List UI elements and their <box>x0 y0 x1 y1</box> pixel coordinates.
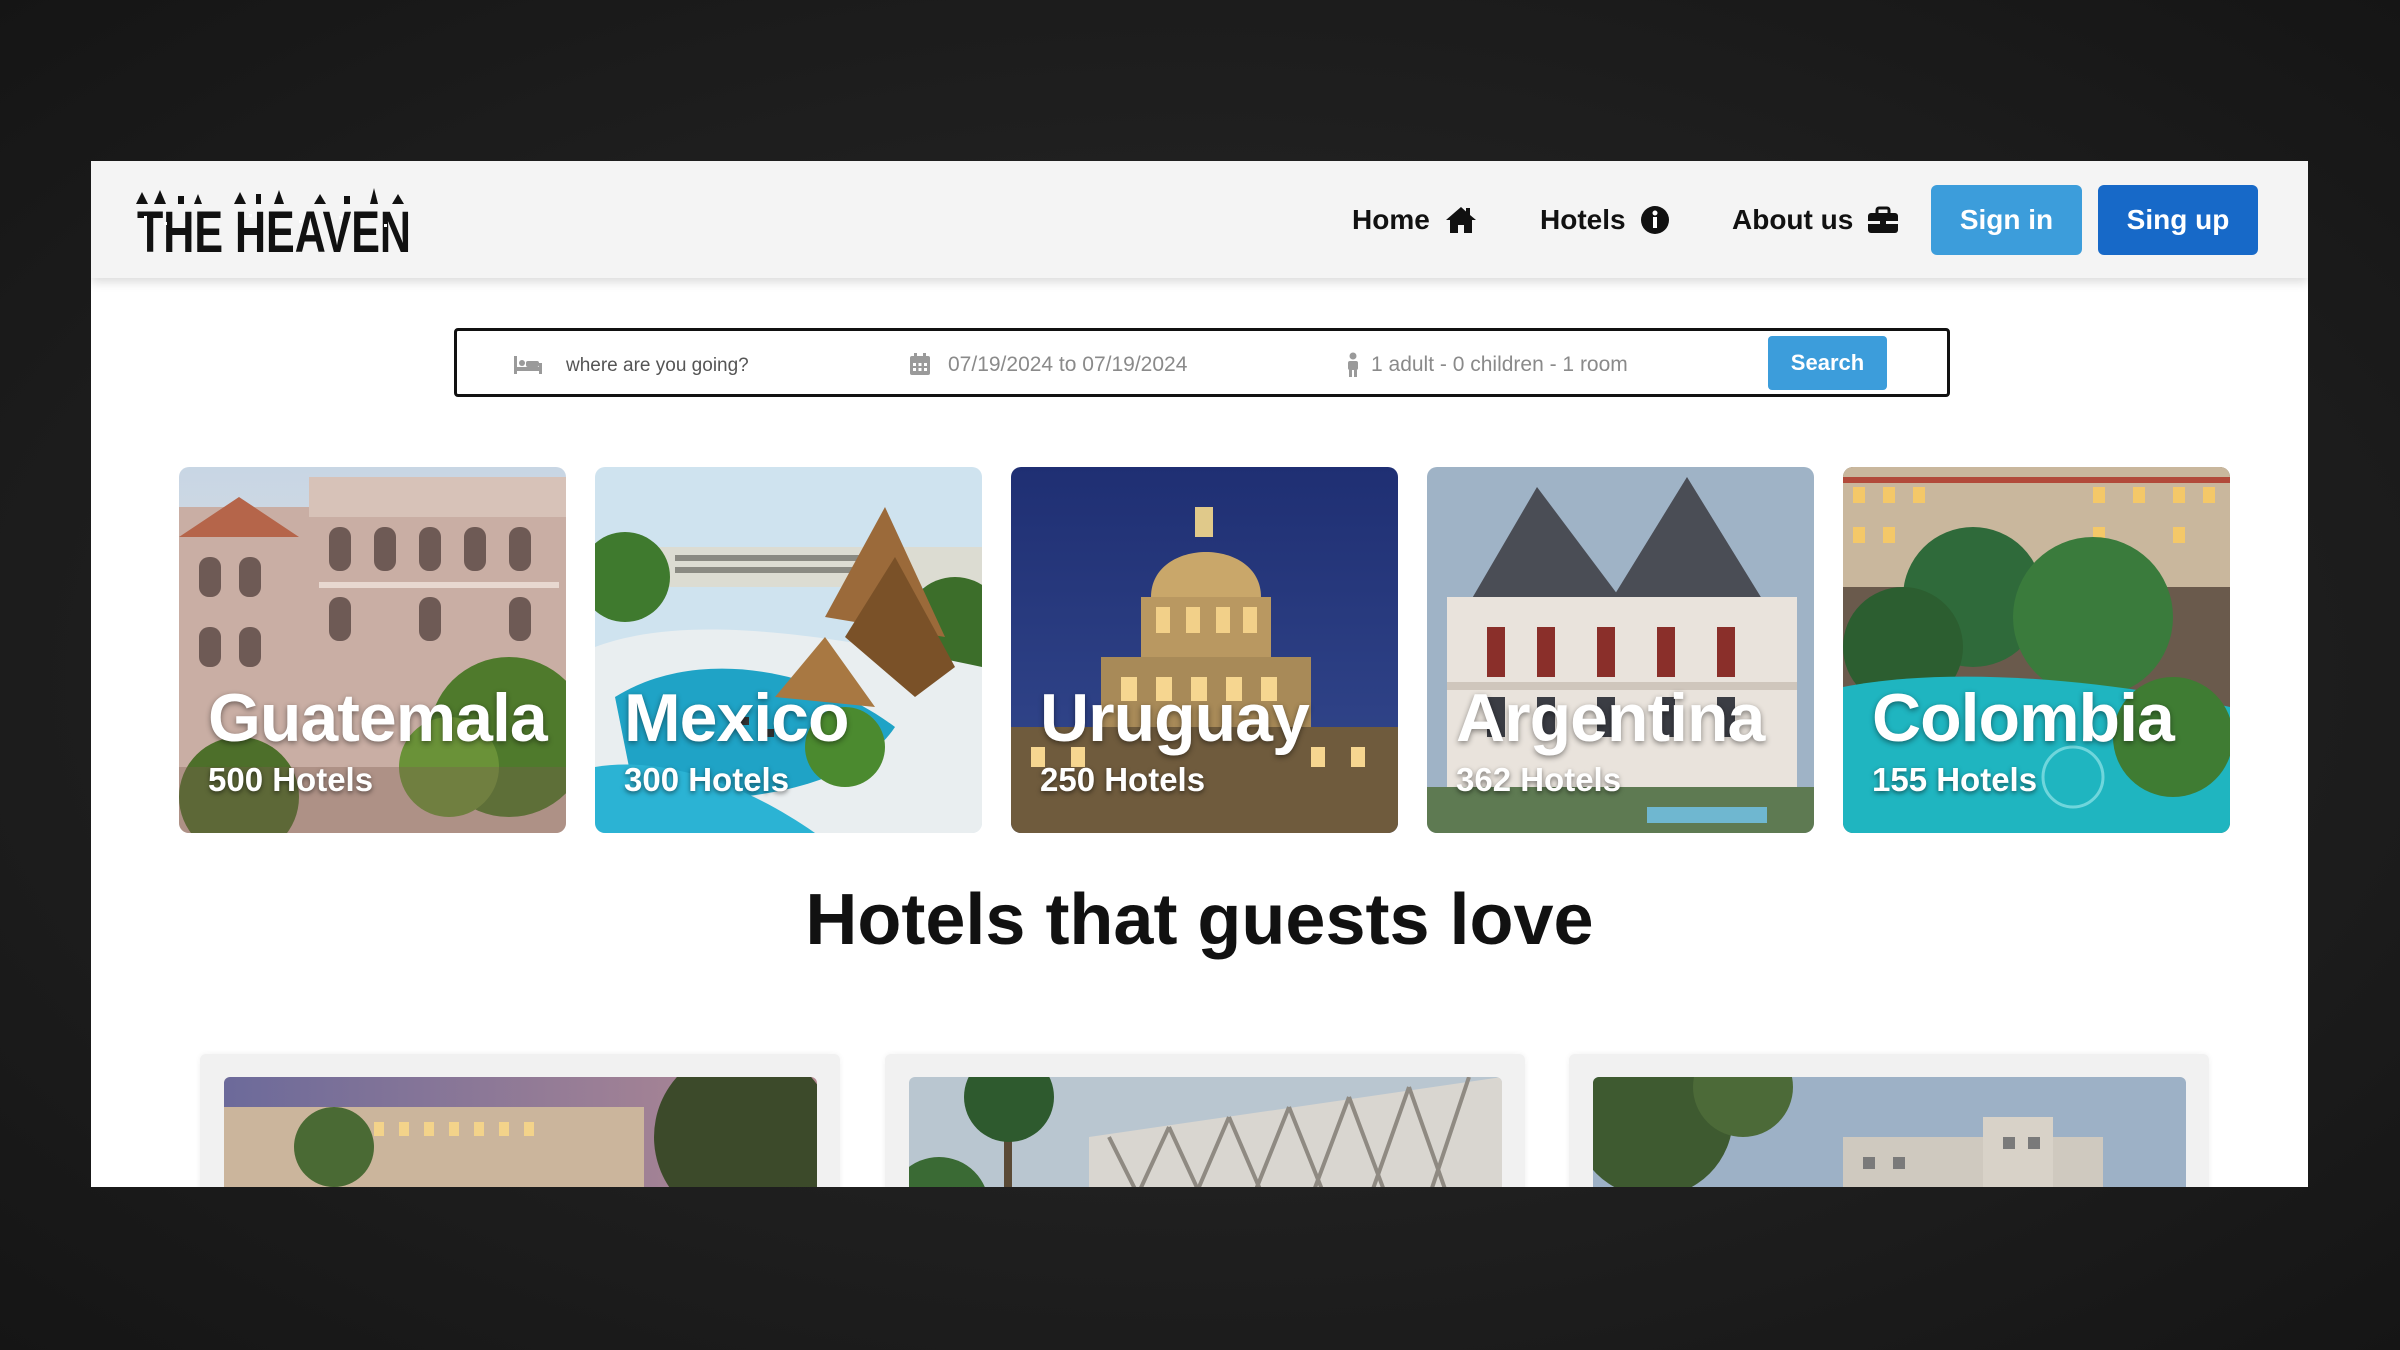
destination-name: Argentina <box>1456 680 1765 756</box>
search-button[interactable]: Search <box>1768 336 1887 390</box>
hotel-card[interactable] <box>200 1054 840 1187</box>
sign-in-button[interactable]: Sign in <box>1931 185 2082 255</box>
destination-card-argentina[interactable]: Argentina 362 Hotels <box>1427 467 1814 833</box>
logo-text: THE HEAVEN <box>137 200 411 258</box>
destination-hotel-count: 362 Hotels <box>1456 761 1622 798</box>
destination-hotel-count: 155 Hotels <box>1872 761 2038 798</box>
destination-name: Mexico <box>624 680 850 756</box>
destination-name: Uruguay <box>1040 680 1310 756</box>
destination-card-guatemala[interactable]: Guatemala 500 Hotels <box>179 467 566 833</box>
nav-hotels-label: Hotels <box>1540 204 1626 235</box>
browser-page: THE HEAVEN Home Hotels About us Sign in … <box>91 161 2308 1187</box>
sign-up-button[interactable]: Sing up <box>2098 185 2258 255</box>
guests-input[interactable]: 1 adult - 0 children - 1 room <box>1371 353 1628 377</box>
hotel-image <box>909 1077 1502 1187</box>
date-range-input[interactable]: 07/19/2024 to 07/19/2024 <box>948 353 1187 377</box>
destination-hotel-count: 300 Hotels <box>624 761 790 798</box>
section-title: Hotels that guests love <box>805 880 1594 960</box>
home-icon <box>1444 205 1478 235</box>
destination-name: Guatemala <box>208 680 548 756</box>
destination-card-colombia[interactable]: Colombia 155 Hotels <box>1843 467 2230 833</box>
hotel-image <box>1593 1077 2186 1187</box>
nav-about-link[interactable]: About us <box>1732 197 1899 243</box>
calendar-icon <box>909 352 931 376</box>
destination-hotel-count: 250 Hotels <box>1040 761 1206 798</box>
destination-hotel-count: 500 Hotels <box>208 761 374 798</box>
brand-logo[interactable]: THE HEAVEN <box>134 186 414 258</box>
briefcase-icon <box>1867 206 1899 234</box>
navbar: THE HEAVEN Home Hotels About us Sign in … <box>91 161 2308 278</box>
nav-about-label: About us <box>1732 204 1854 235</box>
destination-input[interactable]: where are you going? <box>566 355 749 377</box>
destination-name: Colombia <box>1872 680 2175 756</box>
destination-card-uruguay[interactable]: Uruguay 250 Hotels <box>1011 467 1398 833</box>
person-icon <box>1345 352 1361 378</box>
hotel-image <box>224 1077 817 1187</box>
nav-home-label: Home <box>1352 204 1430 235</box>
hotel-card[interactable] <box>1569 1054 2209 1187</box>
hotel-card[interactable] <box>885 1054 1525 1187</box>
nav-home-link[interactable]: Home <box>1352 197 1478 243</box>
search-bar: where are you going? 07/19/2024 to 07/19… <box>454 328 1950 397</box>
info-circle-icon <box>1640 205 1670 235</box>
bed-icon <box>513 355 543 375</box>
nav-hotels-link[interactable]: Hotels <box>1540 197 1670 243</box>
destination-card-mexico[interactable]: Mexico 300 Hotels <box>595 467 982 833</box>
